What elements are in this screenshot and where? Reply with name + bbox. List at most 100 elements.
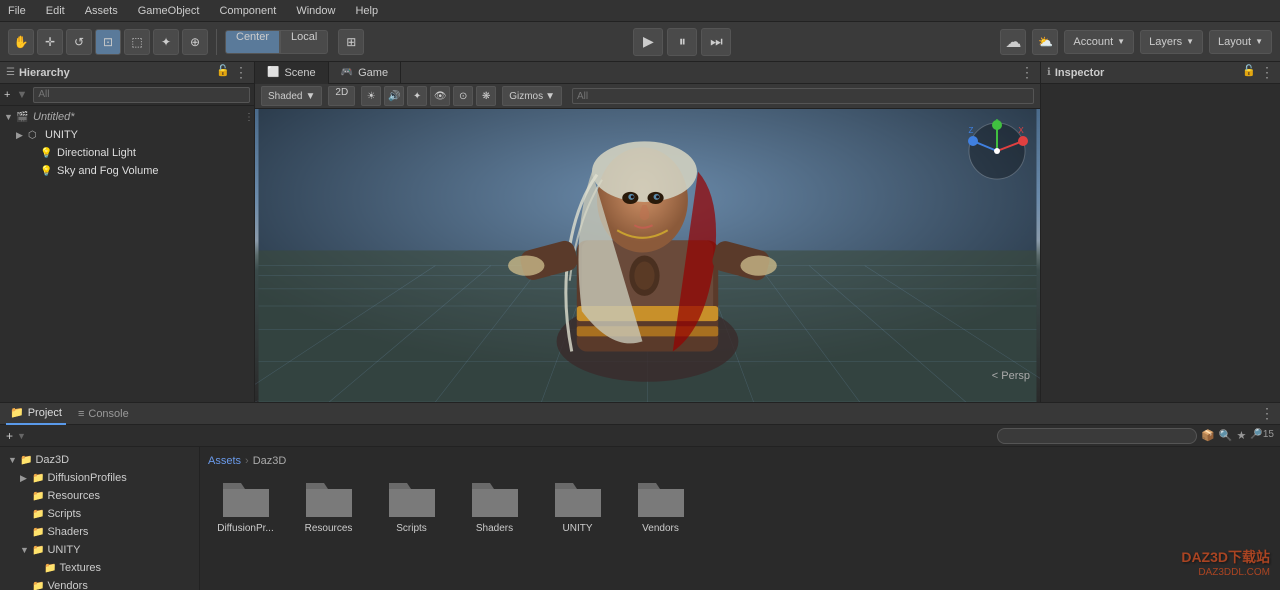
tree-item-unity[interactable]: ▼ 📁 UNITY (0, 541, 199, 559)
folder-icon-unity: 📁 (32, 545, 44, 556)
fx-icon[interactable]: ✦ (407, 86, 427, 106)
hierarchy-options-icon[interactable]: ⋮ (234, 64, 248, 81)
project-add-button[interactable]: + (6, 429, 13, 443)
tree-item-shaders[interactable]: 📁 Shaders (0, 523, 199, 541)
lighting-icon[interactable]: ☀ (361, 86, 381, 106)
scene-viewport[interactable]: X Y Z < Persp (255, 109, 1040, 402)
scene-tab-label: Scene (284, 67, 315, 79)
project-packages-icon[interactable]: 📦 (1201, 429, 1215, 442)
tree-item-resources[interactable]: 📁 Resources (0, 487, 199, 505)
layers-dropdown-arrow: ▼ (1186, 37, 1194, 46)
menu-help[interactable]: Help (351, 3, 382, 19)
local-button[interactable]: Local (280, 30, 328, 54)
project-filter-icon[interactable]: 🔍 (1219, 429, 1233, 442)
tree-item-diffusion[interactable]: ▶ 📁 DiffusionProfiles (0, 469, 199, 487)
shading-label: Shaded (268, 91, 302, 102)
file-item-vendors[interactable]: Vendors (623, 475, 698, 534)
layout-dropdown[interactable]: Layout ▼ (1209, 30, 1272, 54)
gameobject-icon: ⬡ (28, 130, 42, 141)
view-2d-button[interactable]: 2D (328, 86, 355, 106)
watermark-line2: DAZ3DDL.COM (1181, 567, 1270, 578)
tree-label-daz3d: Daz3D (35, 454, 69, 466)
console-tab[interactable]: ≡ Console (74, 403, 133, 425)
menu-component[interactable]: Component (215, 3, 280, 19)
game-tab-icon: 🎮 (341, 67, 353, 78)
inspector-lock-icon[interactable]: 🔓 (1242, 64, 1256, 81)
hierarchy-lock-icon[interactable]: 🔓 (216, 64, 230, 81)
project-star-icon[interactable]: ★ (1237, 429, 1247, 442)
move-tool[interactable]: ✛ (37, 29, 63, 55)
pause-button[interactable]: ⏸ (667, 28, 697, 56)
inspector-header-right: 🔓 ⋮ (1242, 64, 1274, 81)
bottom-panel: 📁 Project ≡ Console ⋮ + ▼ 📦 🔍 ★ 🔎15 (0, 402, 1280, 590)
shading-dropdown[interactable]: Shaded ▼ (261, 86, 322, 106)
hier-item-directional-light[interactable]: 💡 Directional Light (0, 144, 254, 162)
tree-item-vendors[interactable]: 📁 Vendors (0, 577, 199, 590)
project-search-input[interactable] (997, 428, 1197, 444)
menu-bar: File Edit Assets GameObject Component Wi… (0, 0, 1280, 22)
menu-window[interactable]: Window (292, 3, 339, 19)
hand-tool[interactable]: ✋ (8, 29, 34, 55)
file-item-diffusion[interactable]: DiffusionPr... (208, 475, 283, 534)
layers-dropdown[interactable]: Layers ▼ (1140, 30, 1203, 54)
tree-label-diffusion: DiffusionProfiles (47, 472, 126, 484)
inspector-panel: ℹ Inspector 🔓 ⋮ (1040, 62, 1280, 402)
grid-button[interactable]: ⊞ (338, 29, 364, 55)
folder-icon-daz3d: 📁 (20, 455, 32, 466)
center-button[interactable]: Center (225, 30, 280, 54)
hier-item-unity[interactable]: ▶ ⬡ UNITY (0, 126, 254, 144)
tree-item-daz3d[interactable]: ▼ 📁 Daz3D (0, 451, 199, 469)
scene-search-input[interactable] (572, 88, 1034, 104)
play-button[interactable]: ▶ (633, 28, 663, 56)
breadcrumb: Assets › Daz3D (208, 455, 1272, 467)
breadcrumb-separator: › (245, 455, 249, 467)
hierarchy-search-input[interactable] (33, 87, 250, 103)
menu-edit[interactable]: Edit (42, 3, 69, 19)
hier-label-directional-light: Directional Light (57, 147, 136, 159)
scene-tab-more-icon[interactable]: ⋮ (1020, 64, 1034, 81)
file-item-shaders[interactable]: Shaders (457, 475, 532, 534)
menu-gameobject[interactable]: GameObject (134, 3, 204, 19)
tree-item-scripts[interactable]: 📁 Scripts (0, 505, 199, 523)
file-item-unity-folder[interactable]: UNITY (540, 475, 615, 534)
menu-file[interactable]: File (4, 3, 30, 19)
scene-vis-icon[interactable]: 👁 (430, 86, 450, 106)
audio-icon[interactable]: 🔊 (384, 86, 404, 106)
scale-tool[interactable]: ⊡ (95, 29, 121, 55)
scene-extra2-icon[interactable]: ❋ (476, 86, 496, 106)
hierarchy-panel: ☰ Hierarchy 🔓 ⋮ + ▼ ▼ 🎬 Untitled* ⋮ ▶ ⬡ (0, 62, 255, 402)
tree-item-textures[interactable]: 📁 Textures (0, 559, 199, 577)
rect-tool[interactable]: ⬚ (124, 29, 150, 55)
transform-tool[interactable]: ✦ (153, 29, 179, 55)
folder-icon-diffusion: 📁 (32, 473, 44, 484)
inspector-header: ℹ Inspector 🔓 ⋮ (1041, 62, 1280, 84)
inspector-content (1041, 84, 1280, 402)
game-tab[interactable]: 🎮 Game (329, 62, 401, 84)
project-tab[interactable]: 📁 Project (6, 403, 66, 425)
step-button[interactable]: ⏭ (701, 28, 731, 56)
file-item-resources[interactable]: Resources (291, 475, 366, 534)
hierarchy-title: Hierarchy (19, 67, 70, 79)
scene-tab[interactable]: ⬜ Scene (255, 62, 329, 84)
hier-item-untitled[interactable]: ▼ 🎬 Untitled* ⋮ (0, 108, 254, 126)
folder-svg-vendors (636, 475, 686, 520)
rotate-tool[interactable]: ↺ (66, 29, 92, 55)
hier-item-sky-fog[interactable]: 💡 Sky and Fog Volume (0, 162, 254, 180)
scene-gizmo-widget[interactable]: X Y Z (965, 119, 1030, 184)
project-tree: ▼ 📁 Daz3D ▶ 📁 DiffusionProfiles 📁 Resour… (0, 447, 200, 590)
scene-extra1-icon[interactable]: ⊙ (453, 86, 473, 106)
account-dropdown[interactable]: Account ▼ (1064, 30, 1134, 54)
inspector-options-icon[interactable]: ⋮ (1260, 64, 1274, 81)
project-add-arrow[interactable]: ▼ (17, 431, 26, 441)
hierarchy-add-button[interactable]: + (4, 89, 10, 101)
menu-assets[interactable]: Assets (81, 3, 122, 19)
collab-icon[interactable]: ⛅ (1032, 29, 1058, 55)
gizmos-dropdown[interactable]: Gizmos ▼ (502, 86, 562, 106)
breadcrumb-assets[interactable]: Assets (208, 455, 241, 467)
file-item-scripts[interactable]: Scripts (374, 475, 449, 534)
project-options-icon[interactable]: ⋮ (1260, 405, 1274, 422)
cloud-services-icon[interactable]: ☁ (1000, 29, 1026, 55)
custom-tool[interactable]: ⊕ (182, 29, 208, 55)
hier-more-icon[interactable]: ⋮ (244, 112, 254, 123)
layers-label: Layers (1149, 36, 1182, 48)
